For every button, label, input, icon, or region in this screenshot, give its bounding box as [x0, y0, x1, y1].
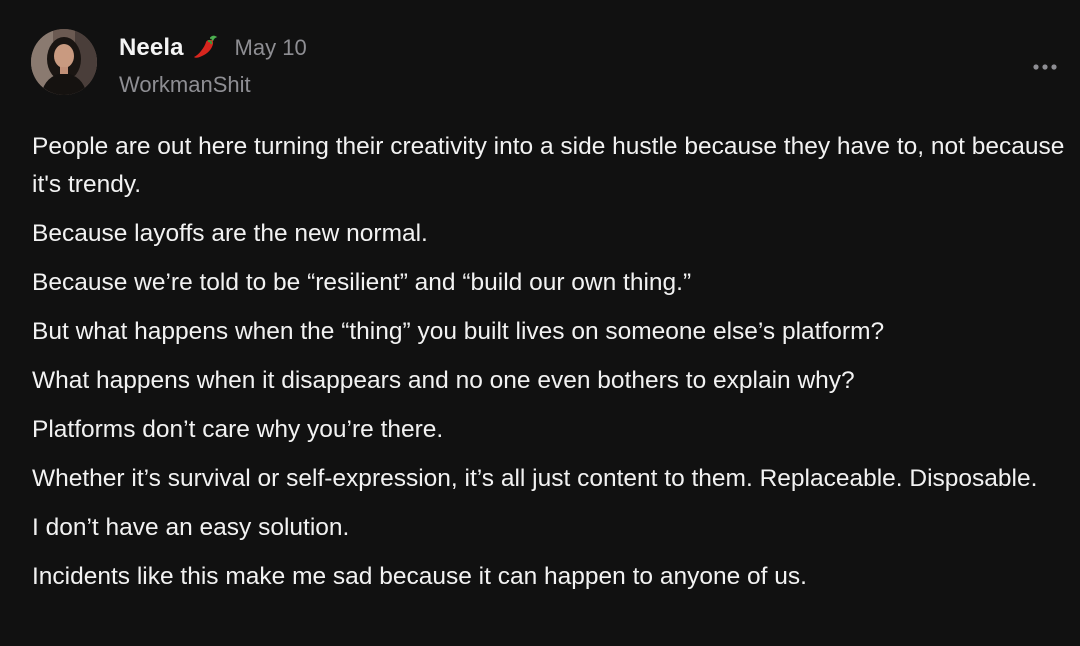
post-paragraph: Platforms don’t care why you’re there. — [32, 416, 444, 443]
post-paragraph: Whether it’s survival or self-expression… — [32, 465, 1038, 492]
post-paragraph: But what happens when the “thing” you bu… — [32, 318, 885, 345]
post-paragraph: I don’t have an easy solution. — [32, 514, 350, 541]
more-options-icon[interactable] — [1031, 60, 1059, 72]
avatar-image — [31, 29, 97, 95]
post-body: People are out here turning their creati… — [32, 128, 1068, 607]
post-paragraph: Because we’re told to be “resilient” and… — [32, 269, 692, 296]
post-paragraph: Because layoffs are the new normal. — [32, 220, 428, 247]
chili-pepper-icon — [192, 35, 218, 61]
post-header: Neela May 10 — [119, 34, 307, 62]
author-handle[interactable]: WorkmanShit — [119, 72, 251, 98]
post-paragraph: What happens when it disappears and no o… — [32, 367, 855, 394]
post-card: Neela May 10 WorkmanShit People are out … — [0, 0, 1080, 646]
post-date[interactable]: May 10 — [235, 35, 307, 61]
post-paragraph: Incidents like this make me sad because … — [32, 563, 807, 590]
post-paragraph: People are out here turning their creati… — [32, 133, 1065, 198]
avatar[interactable] — [31, 29, 97, 95]
author-name[interactable]: Neela — [119, 34, 184, 62]
